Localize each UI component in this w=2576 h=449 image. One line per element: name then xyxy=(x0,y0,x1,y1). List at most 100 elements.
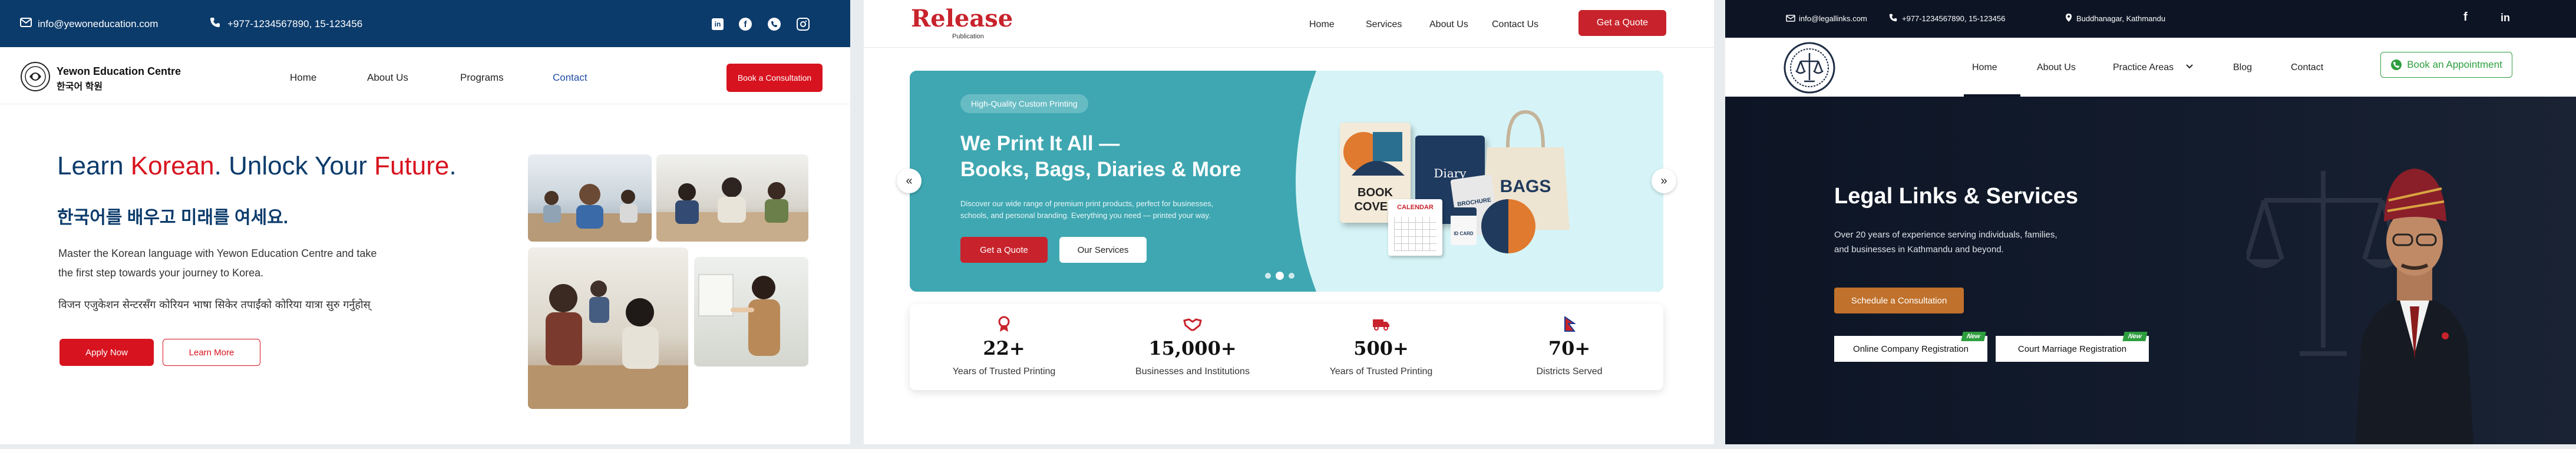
release-logo-sub: Publication xyxy=(952,33,984,40)
phone-icon xyxy=(210,17,220,28)
nav-contact[interactable]: Contact Us xyxy=(1492,19,1538,30)
hero-title-line2: Books, Bags, Diaries & More xyxy=(960,158,1241,181)
linkedin-icon[interactable]: in xyxy=(2501,12,2510,24)
book-consultation-button[interactable]: Book a Consultation xyxy=(726,64,823,92)
nav-divider xyxy=(864,47,1714,48)
chevron-down-icon[interactable] xyxy=(2185,64,2194,70)
nav-about[interactable]: About Us xyxy=(1429,19,1468,30)
learn-more-button[interactable]: Learn More xyxy=(163,339,260,366)
nav-contact[interactable]: Contact xyxy=(553,72,587,84)
handshake-icon xyxy=(1183,317,1202,331)
hero-title-learn: Learn xyxy=(57,151,131,180)
nepal-flag-icon xyxy=(1564,316,1576,332)
teacher-photo xyxy=(694,257,808,367)
topbar-email[interactable]: info@yewoneducation.com xyxy=(38,18,158,30)
nav-practice-areas[interactable]: Practice Areas xyxy=(2113,62,2174,73)
nav-home[interactable]: Home xyxy=(1972,62,1997,73)
hero-badge: High-Quality Custom Printing xyxy=(960,94,1088,113)
hero-title-line1: We Print It All — xyxy=(960,132,1120,155)
hero-desc-line1: Discover our wide range of premium print… xyxy=(960,199,1214,208)
topbar-phone[interactable]: +977-1234567890, 15-123456 xyxy=(1902,14,2005,23)
carousel-dot-1[interactable] xyxy=(1265,273,1271,279)
hero-title-future: Future xyxy=(374,151,450,180)
stat-item: 500+ Years of Trusted Printing xyxy=(1287,304,1475,390)
facebook-icon[interactable]: f xyxy=(739,18,752,31)
legal-links-logo[interactable] xyxy=(1783,41,1836,94)
location-pin-icon xyxy=(2065,13,2072,22)
calendar-grid xyxy=(1394,217,1436,251)
hero-title-korean: Korean xyxy=(130,151,214,180)
our-services-button[interactable]: Our Services xyxy=(1059,237,1147,263)
calendar-label: CALENDAR xyxy=(1397,204,1434,211)
mail-icon xyxy=(20,18,32,27)
nav-blog[interactable]: Blog xyxy=(2233,62,2252,73)
carousel-dot-3[interactable] xyxy=(1289,273,1294,279)
nav-home[interactable]: Home xyxy=(290,72,316,84)
release-publication-page: Release Publication Home Services About … xyxy=(864,0,1714,444)
nav-about[interactable]: About Us xyxy=(2037,62,2076,73)
instagram-icon[interactable] xyxy=(797,18,810,31)
topbar-location: Buddhanagar, Kathmandu xyxy=(2076,14,2166,23)
hero-title-unlock: . Unlock Your xyxy=(214,151,375,180)
id-card-label: ID CARD xyxy=(1454,231,1474,236)
stat-item: 70+ Districts Served xyxy=(1475,304,1663,390)
linkedin-icon[interactable]: in xyxy=(712,18,724,30)
nav-programs[interactable]: Programs xyxy=(460,72,504,84)
hero-desc-line2: schools, and personal branding. Everythi… xyxy=(960,211,1211,220)
truck-icon xyxy=(1372,317,1391,331)
stat-label: Years of Trusted Printing xyxy=(952,367,1056,377)
nav-about[interactable]: About Us xyxy=(367,72,408,84)
hero-desc-line1: Master the Korean language with Yewon Ed… xyxy=(58,247,377,259)
classroom-photo-3 xyxy=(528,247,688,409)
lawyer-portrait xyxy=(2356,169,2473,444)
hero-get-quote-button[interactable]: Get a Quote xyxy=(960,237,1048,263)
topbar-email[interactable]: info@legallinks.com xyxy=(1799,14,1867,23)
award-icon xyxy=(997,316,1011,332)
yewon-education-page: info@yewoneducation.com +977-1234567890,… xyxy=(0,0,850,444)
book-label-1: BOOK xyxy=(1358,186,1393,199)
new-badge: New xyxy=(2122,332,2148,341)
carousel-dot-2[interactable] xyxy=(1276,272,1284,280)
carousel-next-button[interactable]: » xyxy=(1652,169,1676,193)
topbar-phone[interactable]: +977-1234567890, 15-123456 xyxy=(227,18,362,30)
schedule-consultation-button[interactable]: Schedule a Consultation xyxy=(1834,288,1964,313)
stat-value: 22+ xyxy=(983,337,1025,359)
yewon-logo[interactable] xyxy=(20,61,51,92)
bags-label: BAGS xyxy=(1500,177,1551,196)
phone-icon xyxy=(1889,14,1897,22)
stat-item: 22+ Years of Trusted Printing xyxy=(910,304,1098,390)
stat-item: 15,000+ Businesses and Institutions xyxy=(1098,304,1287,390)
hero-nepali-text: विजन एजुकेशन सेन्टरसँग कोरियन भाषा सिकेर… xyxy=(58,299,371,311)
whatsapp-icon xyxy=(2390,59,2402,71)
calendar-product: CALENDAR xyxy=(1388,199,1442,256)
facebook-icon[interactable]: f xyxy=(2463,11,2468,24)
hero-desc-line1: Over 20 years of experience serving indi… xyxy=(1834,230,2058,240)
book-appointment-label: Book an Appointment xyxy=(2407,59,2502,70)
nav-services[interactable]: Services xyxy=(1366,19,1402,30)
get-quote-nav-button[interactable]: Get a Quote xyxy=(1578,10,1666,36)
hero-subtitle-korean: 한국어를 배우고 미래를 여세요. xyxy=(57,208,289,227)
nav-home[interactable]: Home xyxy=(1309,19,1335,30)
release-logo[interactable]: Release xyxy=(911,5,1013,32)
carousel-prev-button[interactable]: « xyxy=(897,169,922,193)
id-card-product: ID CARD xyxy=(1451,207,1477,245)
mail-icon xyxy=(1786,15,1795,22)
hero-title: Learn Korean. Unlock Your Future. xyxy=(57,151,457,181)
book-appointment-button[interactable]: Book an Appointment xyxy=(2380,52,2512,78)
hero-desc-line2: and businesses in Kathmandu and beyond. xyxy=(1834,245,2004,255)
apply-now-button[interactable]: Apply Now xyxy=(60,339,154,366)
stat-value: 15,000+ xyxy=(1148,337,1237,359)
stat-label: Years of Trusted Printing xyxy=(1329,367,1433,377)
nav-contact[interactable]: Contact xyxy=(2291,62,2323,73)
stat-label: Districts Served xyxy=(1536,367,1603,377)
hero-desc-line2: the first step towards your journey to K… xyxy=(58,267,264,279)
whatsapp-icon[interactable] xyxy=(768,18,781,31)
stat-value: 500+ xyxy=(1353,337,1409,359)
hero-title-end: . xyxy=(449,151,457,180)
classroom-photo-2 xyxy=(656,154,808,242)
stats-card: 22+ Years of Trusted Printing 15,000+ Bu… xyxy=(910,304,1663,390)
hero-carousel: High-Quality Custom Printing We Print It… xyxy=(910,71,1663,292)
new-badge: New xyxy=(1961,332,1986,341)
hero-title: Legal Links & Services xyxy=(1834,184,2078,209)
classroom-photo-1 xyxy=(528,154,652,242)
